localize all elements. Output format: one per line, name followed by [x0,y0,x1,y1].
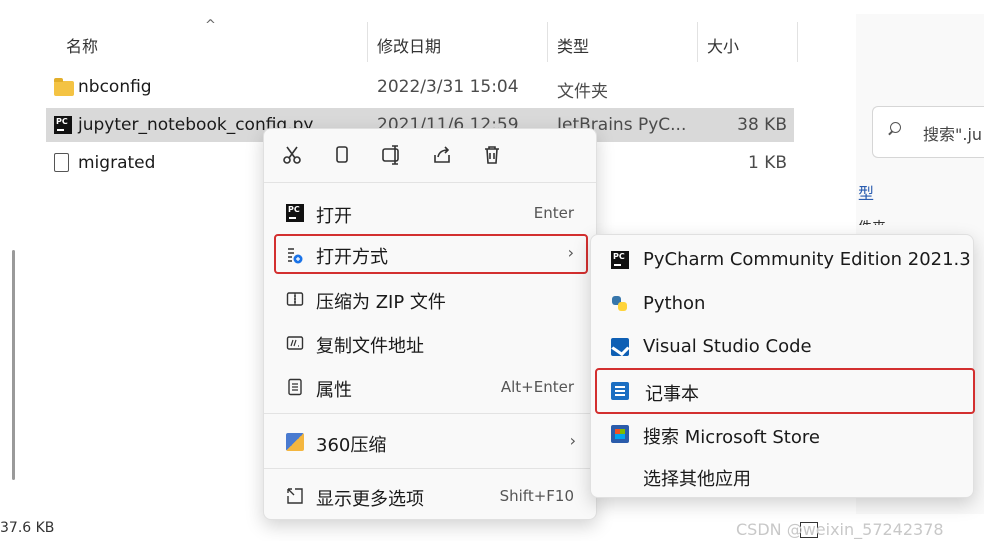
details-type-label: 型 [858,184,875,203]
rename-icon[interactable] [380,143,404,167]
submenu-item-label: 选择其他应用 [643,469,751,490]
cut-icon[interactable] [280,143,304,167]
search-icon [887,122,901,136]
search-placeholder: 搜索".ju [923,125,983,144]
submenu-item-choose-other-app[interactable]: 选择其他应用 [597,455,969,498]
column-header-name[interactable]: 名称 [66,33,98,57]
menu-item-shortcut: Alt+Enter [500,378,574,396]
open-with-submenu: PC PyCharm Community Edition 2021.3 Pyth… [590,234,975,498]
file-size: 38 KB [737,115,787,135]
zip-icon [286,290,304,308]
column-divider[interactable] [697,22,698,62]
menu-item-open[interactable]: PC 打开 Enter [272,193,588,233]
file-name: migrated [78,153,156,173]
notepad-icon [611,382,629,400]
chevron-right-icon: › [567,243,574,262]
submenu-item-label: PyCharm Community Edition 2021.3 [643,249,971,270]
column-divider[interactable] [367,22,368,62]
menu-item-label: 打开 [316,206,352,227]
submenu-item-label: Python [643,293,706,314]
submenu-item-python[interactable]: Python [597,283,969,326]
submenu-item-pycharm[interactable]: PC PyCharm Community Edition 2021.3 [597,239,971,282]
submenu-item-label: Visual Studio Code [643,336,812,357]
menu-item-properties[interactable]: 属性 Alt+Enter [272,367,588,407]
column-header-type[interactable]: 类型 [557,33,589,57]
share-icon[interactable] [430,143,454,167]
sort-ascending-icon: ^ [205,18,216,33]
menu-item-copy-path[interactable]: 复制文件地址 [272,323,588,363]
watermark: CSDN @weixin_57242378 [736,520,944,539]
vscode-icon [611,338,629,356]
menu-divider [264,468,596,469]
menu-item-label: 属性 [316,380,352,401]
pycharm-icon: PC [286,204,304,222]
search-input[interactable]: 搜索".ju [872,106,984,158]
submenu-item-vscode[interactable]: Visual Studio Code [597,326,969,369]
menu-divider [264,182,596,183]
menu-item-label: 显示更多选项 [316,489,424,510]
folder-icon [54,78,74,96]
menu-item-open-with[interactable]: 打开方式 › [274,234,588,274]
winrar-icon [286,433,304,451]
pycharm-icon: PC [611,251,629,269]
menu-item-show-more-options[interactable]: 显示更多选项 Shift+F10 [272,476,588,516]
open-with-icon [286,246,304,264]
context-menu: PC 打开 Enter 打开方式 › 压缩为 ZIP 文件 复制文件地址 属性 … [263,128,597,520]
menu-item-label: 压缩为 ZIP 文件 [316,292,446,313]
menu-item-360-compress[interactable]: 360压缩 › [272,422,588,462]
submenu-item-label: 记事本 [645,384,699,405]
store-icon [611,425,629,443]
properties-icon [286,378,304,396]
menu-item-label: 复制文件地址 [316,336,424,357]
file-size: 1 KB [747,153,787,173]
submenu-item-notepad[interactable]: 记事本 [595,368,975,414]
details-fragment: 件夹 [858,217,886,225]
pycharm-icon: PC [54,116,72,134]
menu-item-shortcut: Shift+F10 [499,487,574,505]
menu-item-label: 360压缩 [316,435,387,456]
menu-divider [264,413,596,414]
menu-item-shortcut: Enter [533,204,574,222]
column-header-modified[interactable]: 修改日期 [377,33,441,57]
column-divider[interactable] [547,22,548,62]
copy-icon[interactable] [330,143,354,167]
submenu-item-label: 搜索 Microsoft Store [643,427,820,448]
chevron-right-icon: › [569,431,576,450]
python-icon [611,295,629,313]
delete-icon[interactable] [480,143,504,167]
more-options-icon [286,487,304,505]
menu-item-compress-zip[interactable]: 压缩为 ZIP 文件 [272,279,588,319]
file-row-nbconfig[interactable]: nbconfig 2022/3/31 15:04 文件夹 [46,70,794,104]
file-name: nbconfig [78,77,152,97]
vertical-scrollbar[interactable] [12,250,15,480]
menu-item-label: 打开方式 [316,247,388,268]
status-selection-size: 37.6 KB [0,520,55,536]
column-header-size[interactable]: 大小 [707,33,739,57]
file-type: 文件夹 [557,82,608,102]
submenu-item-microsoft-store[interactable]: 搜索 Microsoft Store [597,413,969,456]
column-divider[interactable] [797,22,798,62]
copy-path-icon [286,334,304,352]
file-modified: 2022/3/31 15:04 [377,77,519,97]
file-icon [54,153,69,172]
